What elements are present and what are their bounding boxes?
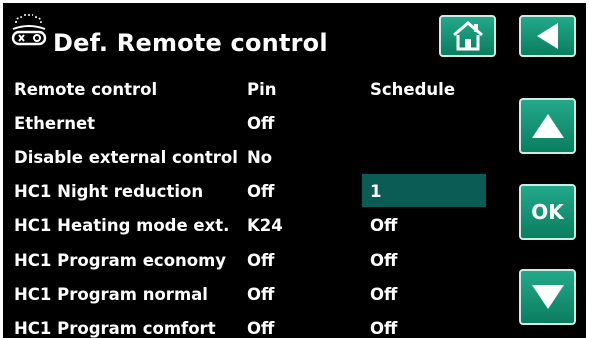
page-title: Def. Remote control: [53, 29, 328, 57]
back-arrow-icon: [536, 23, 558, 49]
row-pin-value: Off: [247, 251, 275, 270]
column-header-pin: Pin: [247, 80, 277, 99]
row-label: Ethernet: [14, 114, 96, 133]
row-label: HC1 Program economy: [14, 251, 227, 270]
up-arrow-icon: [531, 114, 564, 138]
row-label: Disable external control: [14, 148, 238, 167]
home-button[interactable]: [439, 15, 496, 57]
home-icon: [452, 21, 483, 51]
row-label: HC1 Program normal: [14, 285, 208, 304]
ok-label: OK: [531, 200, 564, 224]
row-schedule-value: Off: [370, 285, 398, 304]
row-pin-value: K24: [247, 216, 283, 235]
down-arrow-icon: [531, 285, 564, 309]
row-schedule-value: Off: [370, 251, 398, 270]
row-pin-value: Off: [247, 114, 275, 133]
column-header-schedule: Schedule: [370, 80, 456, 99]
ok-button[interactable]: OK: [519, 184, 576, 240]
row-pin-value: Off: [247, 319, 275, 338]
row-pin-value: Off: [247, 182, 275, 201]
row-schedule-value: Off: [370, 216, 398, 235]
screen: Def. Remote control OK Remote control Pi…: [3, 3, 586, 338]
scroll-down-button[interactable]: [519, 269, 576, 325]
row-pin-value: No: [247, 148, 273, 167]
remote-control-icon: [11, 14, 47, 46]
row-label: HC1 Night reduction: [14, 182, 204, 201]
row-label: HC1 Heating mode ext.: [14, 216, 230, 235]
column-header-remote-control: Remote control: [14, 80, 158, 99]
row-schedule-value: Off: [370, 319, 398, 338]
back-button[interactable]: [519, 15, 576, 57]
row-schedule-value-selected[interactable]: 1: [370, 182, 381, 201]
row-pin-value: Off: [247, 285, 275, 304]
scroll-up-button[interactable]: [519, 98, 576, 154]
row-label: HC1 Program comfort: [14, 319, 216, 338]
